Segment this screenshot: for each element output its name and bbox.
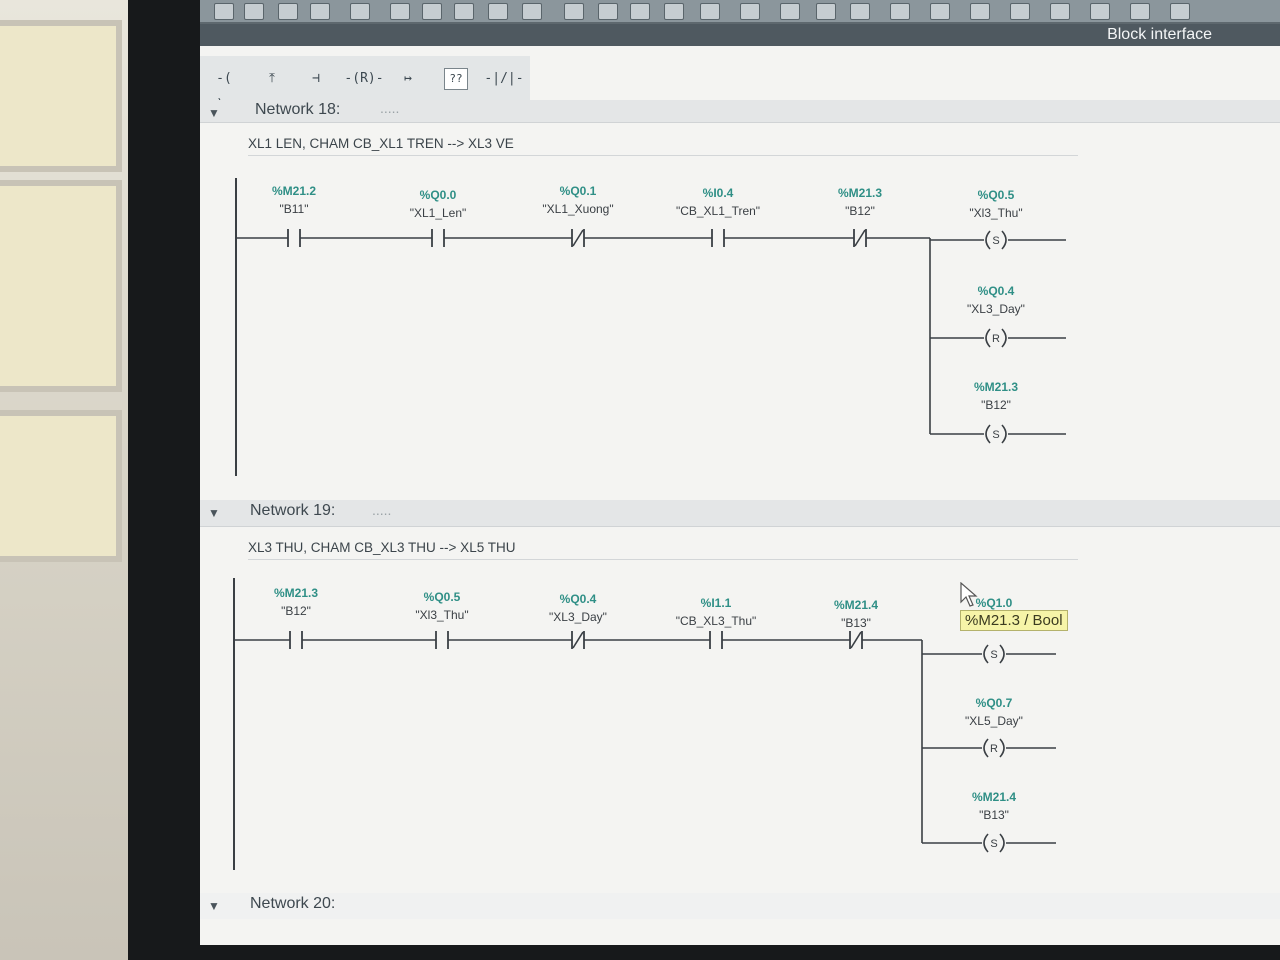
block-interface-label[interactable]: Block interface: [1107, 26, 1212, 44]
toolbar-icon[interactable]: [244, 3, 264, 20]
nc-contact-icon[interactable]: -|/|-: [482, 66, 526, 92]
contact-symbol[interactable]: "XL1_Xuong": [523, 202, 633, 216]
operand-tooltip: %M21.3 / Bool: [960, 610, 1068, 631]
toolbar-icon[interactable]: [422, 3, 442, 20]
monitor-bezel-bottom: [128, 945, 1280, 960]
network-dots: .....: [372, 502, 392, 518]
coil-symbol[interactable]: "XL3_Day": [941, 302, 1051, 316]
network-19-header[interactable]: ▼ Network 19: .....: [200, 500, 1280, 527]
contact-symbol[interactable]: "B13": [801, 616, 911, 630]
toolbar-icon[interactable]: [390, 3, 410, 20]
coil-symbol[interactable]: "B12": [941, 398, 1051, 412]
toolbar-icon[interactable]: [310, 3, 330, 20]
toolbar-icon[interactable]: [598, 3, 618, 20]
window-pane: [0, 410, 122, 562]
toolbar-icon[interactable]: [278, 3, 298, 20]
window-pane: [0, 180, 122, 392]
toolbar-icon[interactable]: [522, 3, 542, 20]
monitor-bezel: [128, 0, 200, 960]
main-toolbar: [200, 0, 1280, 24]
lad-element-toolbar: -( )- ⤒ ⊣ -(R)- ↦ ?? -|/|-: [200, 56, 530, 112]
toolbar-icon[interactable]: [564, 3, 584, 20]
network-dots: .....: [380, 100, 400, 116]
network-18-comment[interactable]: XL1 LEN, CHAM CB_XL1 TREN --> XL3 VE: [248, 136, 1078, 156]
coil-address[interactable]: %M21.4: [939, 790, 1049, 804]
collapse-icon[interactable]: ▼: [208, 899, 220, 913]
toolbar-icon[interactable]: [780, 3, 800, 20]
network-19-comment[interactable]: XL3 THU, CHAM CB_XL3 THU --> XL5 THU: [248, 540, 1078, 560]
contact-symbol[interactable]: "XL3_Day": [523, 610, 633, 624]
empty-box-icon[interactable]: ??: [444, 68, 468, 90]
contact-address[interactable]: %M21.2: [239, 184, 349, 198]
toolbar-icon[interactable]: [1130, 3, 1150, 20]
coil-address[interactable]: %Q0.7: [939, 696, 1049, 710]
coil-symbol[interactable]: "B13": [939, 808, 1049, 822]
contact-address[interactable]: %I0.4: [663, 186, 773, 200]
coil-icon[interactable]: -( )-: [206, 66, 242, 112]
toolbar-icon[interactable]: [930, 3, 950, 20]
coil-address[interactable]: %Q0.4: [941, 284, 1051, 298]
tia-portal-screen: Block interface -( )- ⤒ ⊣ -(R)- ↦ ?? -|/…: [200, 0, 1280, 945]
editor-title-bar: Block interface: [200, 24, 1280, 46]
contact-address[interactable]: %Q0.0: [383, 188, 493, 202]
network-20-header[interactable]: ▼ Network 20:: [200, 893, 1280, 919]
network-title: Network 19:: [250, 502, 336, 519]
toolbar-icon[interactable]: [1010, 3, 1030, 20]
coil-address[interactable]: %Q1.0: [939, 596, 1049, 610]
contact-address[interactable]: %M21.3: [241, 586, 351, 600]
toolbar-icon[interactable]: [816, 3, 836, 20]
close-branch-icon[interactable]: ⊣: [298, 66, 334, 92]
toolbar-icon[interactable]: [850, 3, 870, 20]
contact-symbol[interactable]: "XL1_Len": [383, 206, 493, 220]
toolbar-icon[interactable]: [1050, 3, 1070, 20]
toolbar-icon[interactable]: [214, 3, 234, 20]
contact-address[interactable]: %Q0.4: [523, 592, 633, 606]
reset-coil-icon[interactable]: -(R)-: [344, 66, 384, 92]
network-18-header[interactable]: ▼ Network 18: .....: [200, 100, 1280, 123]
toolbar-icon[interactable]: [488, 3, 508, 20]
toolbar-icon[interactable]: [740, 3, 760, 20]
open-branch-icon[interactable]: ⤒: [254, 66, 290, 92]
coil-symbol[interactable]: "XL5_Day": [939, 714, 1049, 728]
network-title: Network 20:: [250, 895, 336, 912]
contact-address[interactable]: %Q0.5: [387, 590, 497, 604]
toolbar-icon[interactable]: [1090, 3, 1110, 20]
contact-symbol[interactable]: "CB_XL1_Tren": [663, 204, 773, 218]
toolbar-icon[interactable]: [700, 3, 720, 20]
coil-address[interactable]: %M21.3: [941, 380, 1051, 394]
toolbar-icon[interactable]: [454, 3, 474, 20]
coil-symbol[interactable]: "Xl3_Thu": [941, 206, 1051, 220]
collapse-icon[interactable]: ▼: [208, 506, 220, 520]
contact-address[interactable]: %Q0.1: [523, 184, 633, 198]
network-title: Network 18:: [255, 101, 341, 118]
contact-address[interactable]: %M21.4: [801, 598, 911, 612]
contact-symbol[interactable]: "B11": [239, 202, 349, 216]
contact-address[interactable]: %I1.1: [661, 596, 771, 610]
toolbar-icon[interactable]: [350, 3, 370, 20]
jump-icon[interactable]: ↦: [390, 66, 426, 92]
network-18-ladder: [200, 170, 1280, 490]
contact-address[interactable]: %M21.3: [805, 186, 915, 200]
contact-symbol[interactable]: "CB_XL3_Thu": [661, 614, 771, 628]
collapse-icon[interactable]: ▼: [208, 106, 220, 120]
toolbar-icon[interactable]: [970, 3, 990, 20]
window-pane: [0, 20, 122, 172]
toolbar-icon[interactable]: [890, 3, 910, 20]
contact-symbol[interactable]: "Xl3_Thu": [387, 608, 497, 622]
coil-address[interactable]: %Q0.5: [941, 188, 1051, 202]
contact-symbol[interactable]: "B12": [241, 604, 351, 618]
toolbar-icon[interactable]: [630, 3, 650, 20]
toolbar-icon[interactable]: [1170, 3, 1190, 20]
contact-symbol[interactable]: "B12": [805, 204, 915, 218]
toolbar-icon[interactable]: [664, 3, 684, 20]
